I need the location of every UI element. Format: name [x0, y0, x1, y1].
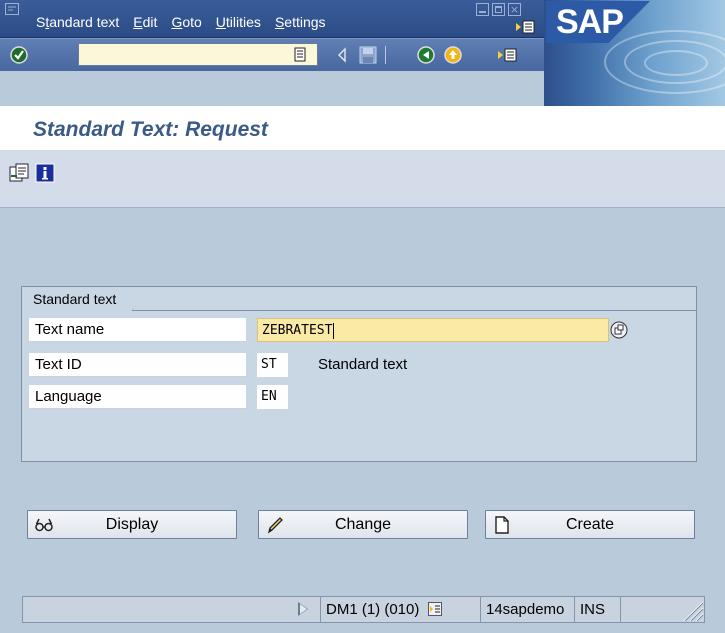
info-icon: [35, 163, 55, 183]
system-toolbar: [0, 38, 544, 71]
create-session-icon: [498, 48, 517, 62]
minimize-icon[interactable]: [476, 3, 489, 16]
text-name-label: Text name: [29, 318, 246, 342]
enter-button[interactable]: [8, 45, 30, 65]
customize-layout-icon[interactable]: [514, 20, 536, 34]
standard-text-group: Standard text Text name ZEBRATEST Text I…: [21, 286, 697, 462]
system-info-value: DM1 (1) (010): [326, 601, 420, 618]
language-field[interactable]: EN: [257, 385, 288, 409]
back-green-icon: [417, 46, 435, 64]
exit-icon: [444, 46, 462, 64]
create-button[interactable]: Create: [485, 510, 695, 539]
status-bar: DM1 (1) (010) 14sapdemo INS: [0, 596, 725, 633]
text-cursor: [333, 322, 335, 339]
info-button[interactable]: [34, 162, 56, 184]
back-triangle-icon: [338, 47, 346, 63]
create-session-button[interactable]: [497, 45, 519, 65]
command-dropdown-icon[interactable]: [292, 47, 308, 63]
text-id-label: Text ID: [29, 353, 246, 377]
toolbar-separator: [383, 45, 387, 65]
menu-goto[interactable]: Goto: [171, 14, 201, 30]
possible-entries-icon[interactable]: [610, 321, 628, 339]
command-field[interactable]: [78, 43, 318, 66]
status-empty-cell: [620, 597, 680, 622]
text-name-field[interactable]: ZEBRATEST: [257, 318, 609, 342]
maximize-icon[interactable]: [492, 3, 505, 16]
menu-edit[interactable]: Edit: [133, 14, 157, 30]
text-id-field[interactable]: ST: [257, 353, 288, 377]
text-name-value: ZEBRATEST: [262, 323, 333, 338]
menu-items: Standard text Edit Goto Utilities Settin…: [36, 14, 340, 30]
text-id-description: Standard text: [318, 356, 408, 373]
application-toolbar: [0, 150, 725, 208]
display-label: Display: [105, 516, 159, 533]
menu-icon[interactable]: [5, 3, 19, 15]
menu-utilities[interactable]: Utilities: [216, 14, 261, 30]
status-arrow-icon[interactable]: [298, 602, 308, 616]
copy-button[interactable]: [8, 162, 30, 184]
exit-button[interactable]: [442, 45, 464, 65]
create-label: Create: [565, 516, 615, 533]
system-info: DM1 (1) (010): [320, 597, 480, 622]
server-name: 14sapdemo: [480, 597, 574, 622]
close-icon[interactable]: ×: [508, 3, 521, 16]
back-button[interactable]: [415, 45, 437, 65]
change-label: Change: [334, 516, 392, 533]
menu-settings[interactable]: Settings: [275, 14, 326, 30]
enter-checkmark-icon: [10, 46, 28, 64]
save-icon: [359, 46, 377, 64]
insert-mode: INS: [574, 597, 620, 622]
decorative-wave: [644, 50, 708, 76]
title-bar: Standard Text: Request: [0, 106, 725, 151]
language-label: Language: [29, 385, 246, 409]
back-nav-button[interactable]: [331, 45, 353, 65]
menu-standard-text[interactable]: Standard text: [36, 14, 119, 30]
status-bar-panel: DM1 (1) (010) 14sapdemo INS: [22, 596, 705, 623]
group-title: Standard text: [21, 286, 133, 311]
save-button[interactable]: [357, 45, 379, 65]
sap-branding: SAP: [544, 0, 725, 106]
resize-grip-icon[interactable]: [678, 597, 704, 622]
change-button[interactable]: Change: [258, 510, 468, 539]
page-title: Standard Text: Request: [33, 118, 268, 141]
status-dropdown-icon[interactable]: [427, 602, 442, 616]
window-controls: ×: [476, 3, 521, 16]
display-button[interactable]: Display: [27, 510, 237, 539]
copy-icon: [9, 163, 29, 182]
